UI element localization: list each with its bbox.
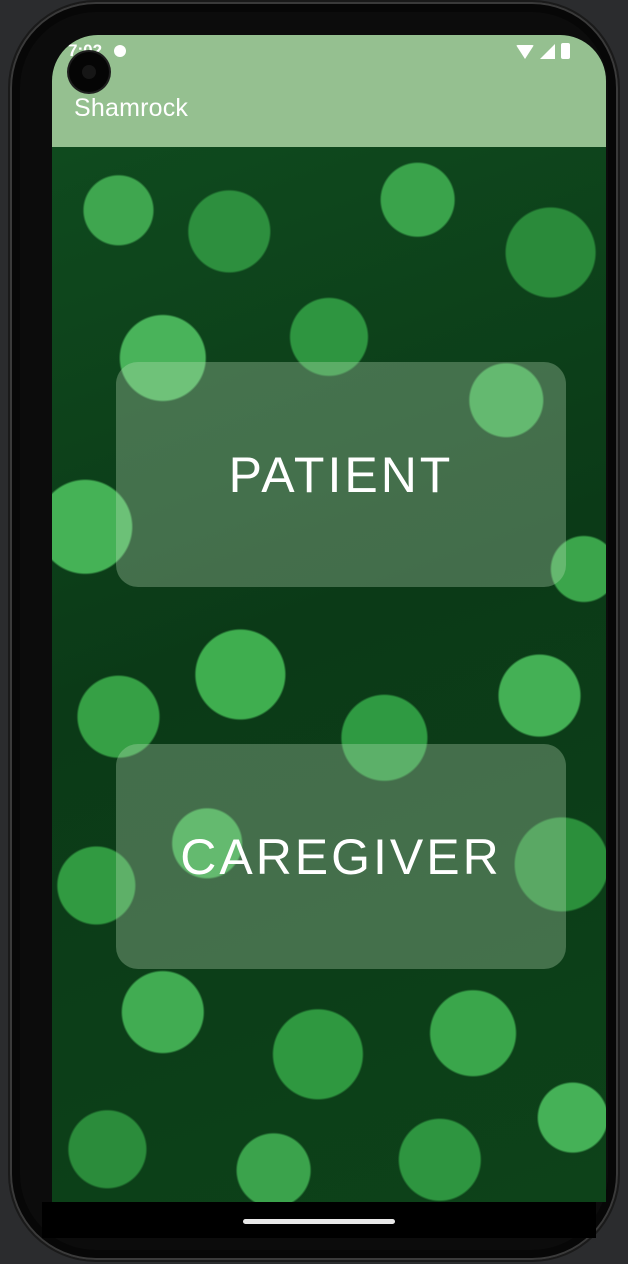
camera-cutout — [69, 52, 109, 92]
status-icons — [516, 43, 570, 59]
caregiver-button-label: CAREGIVER — [180, 828, 502, 885]
app-title: Shamrock — [74, 94, 189, 122]
notification-icon — [114, 45, 126, 57]
battery-icon — [561, 43, 570, 59]
phone-frame: 7:02 Shamrock PATIENT CAREGIVER — [10, 2, 618, 1260]
patient-button[interactable]: PATIENT — [116, 362, 566, 587]
home-gesture-handle[interactable] — [243, 1219, 395, 1224]
clover-background-image — [52, 147, 606, 1202]
status-bar: 7:02 — [52, 35, 606, 67]
caregiver-button[interactable]: CAREGIVER — [116, 744, 566, 969]
patient-button-label: PATIENT — [228, 446, 454, 503]
screen: 7:02 Shamrock PATIENT CAREGIVER — [52, 35, 606, 1202]
app-bar: Shamrock — [52, 67, 606, 147]
wifi-icon — [516, 45, 534, 59]
cell-signal-icon — [540, 44, 555, 59]
navigation-bar — [42, 1202, 596, 1238]
